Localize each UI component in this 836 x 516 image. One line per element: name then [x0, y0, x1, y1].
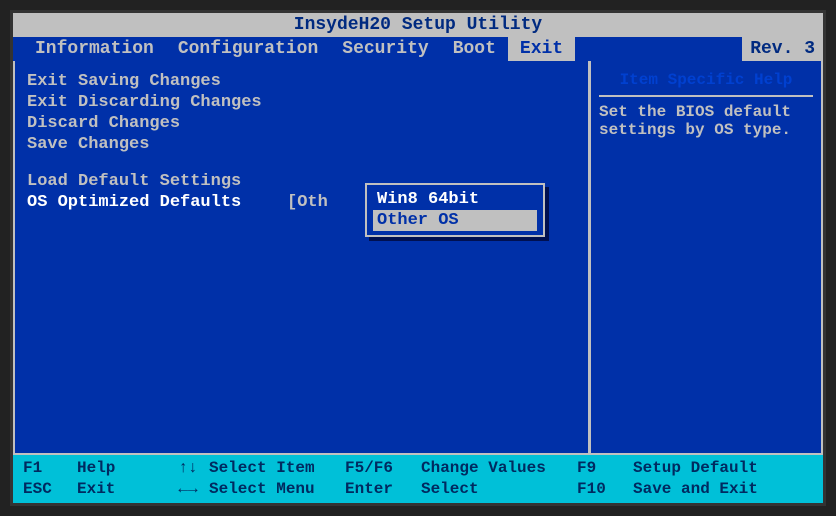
menu-exit-saving[interactable]: Exit Saving Changes: [27, 71, 576, 92]
bios-screen: InsydeH20 Setup Utility Information Conf…: [10, 10, 826, 506]
leftright-icon: ←→: [173, 479, 203, 500]
popup-option-win8[interactable]: Win8 64bit: [373, 189, 537, 210]
menu-discard-changes[interactable]: Discard Changes: [27, 113, 576, 134]
help-body: Set the BIOS default settings by OS type…: [599, 103, 813, 139]
tab-information[interactable]: Information: [23, 37, 166, 61]
tab-boot[interactable]: Boot: [441, 37, 508, 61]
popup-option-other-os[interactable]: Other OS: [373, 210, 537, 231]
content-area: Exit Saving Changes Exit Discarding Chan…: [13, 61, 823, 455]
footer-bar: F1 Help ↑↓ Select Item F5/F6 Change Valu…: [13, 455, 823, 503]
footer-key-enter: Enter: [345, 479, 415, 500]
tab-exit[interactable]: Exit: [508, 37, 575, 61]
tab-bar: Information Configuration Security Boot …: [13, 37, 823, 61]
footer-label-select-item: Select Item: [209, 458, 339, 479]
menu-pane: Exit Saving Changes Exit Discarding Chan…: [15, 61, 591, 453]
utility-title: InsydeH20 Setup Utility: [13, 13, 823, 37]
footer-label-save-exit: Save and Exit: [633, 479, 758, 500]
footer-key-esc: ESC: [23, 479, 71, 500]
footer-key-f9: F9: [577, 458, 627, 479]
help-title: Item Specific Help: [599, 71, 813, 97]
footer-label-setup-default: Setup Default: [633, 458, 758, 479]
footer-key-f1: F1: [23, 458, 71, 479]
footer-label-select: Select: [421, 479, 571, 500]
tab-security[interactable]: Security: [330, 37, 440, 61]
updown-icon: ↑↓: [173, 458, 203, 479]
menu-exit-discarding[interactable]: Exit Discarding Changes: [27, 92, 576, 113]
footer-label-exit: Exit: [77, 479, 167, 500]
footer-label-change-values: Change Values: [421, 458, 571, 479]
footer-label-select-menu: Select Menu: [209, 479, 339, 500]
footer-label-help: Help: [77, 458, 167, 479]
footer-key-f5f6: F5/F6: [345, 458, 415, 479]
revision-label: Rev. 3: [742, 37, 823, 61]
menu-save-changes[interactable]: Save Changes: [27, 134, 576, 155]
footer-key-f10: F10: [577, 479, 627, 500]
os-optimized-value: [Oth: [287, 193, 328, 212]
help-pane: Item Specific Help Set the BIOS default …: [591, 61, 821, 453]
tab-configuration[interactable]: Configuration: [166, 37, 330, 61]
os-optimized-label: OS Optimized Defaults: [27, 193, 287, 212]
os-selection-popup: Win8 64bit Other OS: [365, 183, 545, 237]
